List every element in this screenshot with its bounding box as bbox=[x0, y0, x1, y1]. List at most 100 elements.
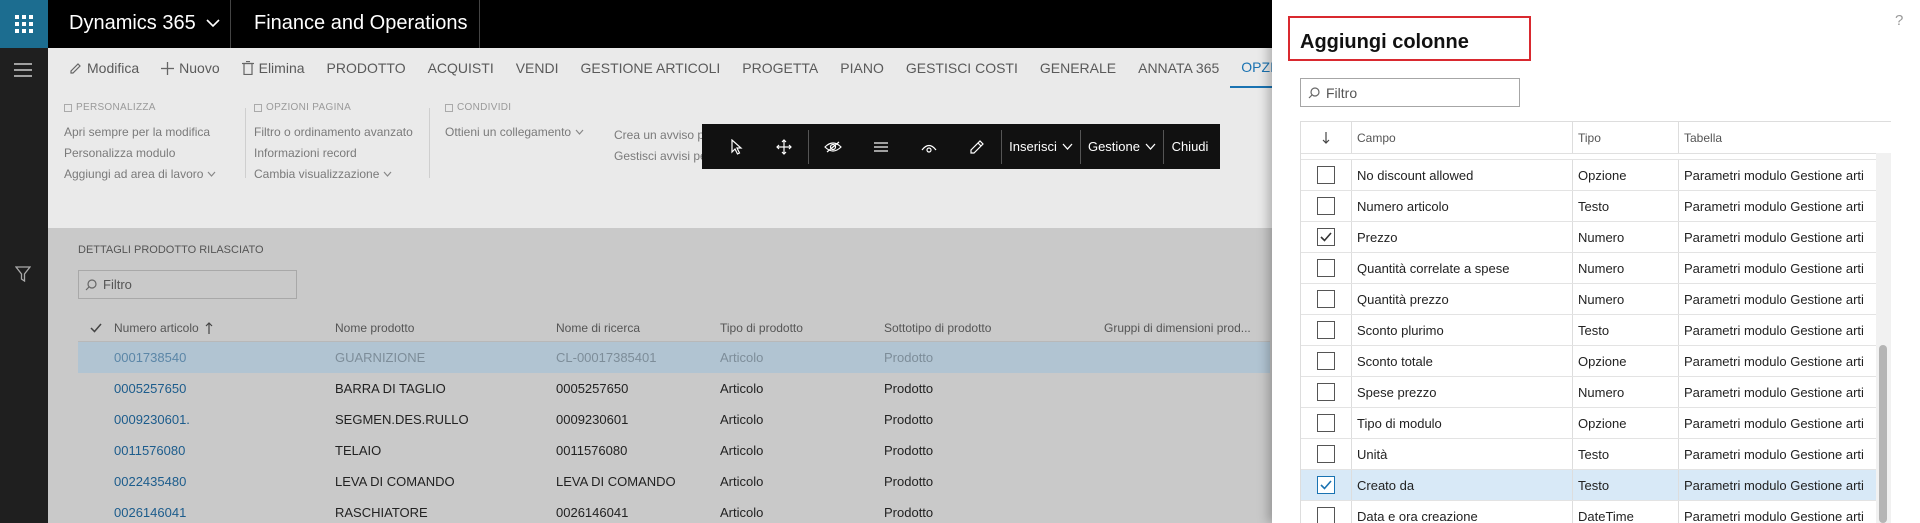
row-checkbox-cell bbox=[1301, 191, 1352, 221]
tab-generale[interactable]: GENERALE bbox=[1029, 48, 1127, 88]
list-item[interactable]: Data e ora creazione DateTime Parametri mo… bbox=[1301, 501, 1891, 523]
col-sottotipo-prodotto[interactable]: Sottotipo di prodotto bbox=[884, 321, 1104, 335]
cell-nome-prodotto: TELAIO bbox=[335, 443, 382, 458]
summary-button[interactable] bbox=[857, 124, 905, 169]
tab-vendi[interactable]: VENDI bbox=[505, 48, 570, 88]
row-checkbox[interactable] bbox=[1317, 352, 1335, 370]
table-row[interactable]: 0026146041 RASCHIATORE 0026146041 Artico… bbox=[78, 497, 1270, 523]
inserisci-dropdown[interactable]: Inserisci bbox=[1002, 124, 1080, 169]
gestione-dropdown[interactable]: Gestione bbox=[1081, 124, 1163, 169]
tab-annata-365[interactable]: ANNATA 365 bbox=[1127, 48, 1230, 88]
row-checkbox[interactable] bbox=[1317, 414, 1335, 432]
table-row[interactable]: 0022435480 LEVA DI COMANDO LEVA DI COMAN… bbox=[78, 466, 1270, 497]
chiudi-button[interactable]: Chiudi bbox=[1164, 124, 1216, 169]
change-view-dropdown[interactable]: Cambia visualizzazione bbox=[254, 167, 413, 181]
col-gruppi-dimensioni[interactable]: Gruppi di dimensioni prod... bbox=[1104, 321, 1270, 335]
tab-gestisci-costi[interactable]: GESTISCI COSTI bbox=[895, 48, 1029, 88]
cell-numero-articolo[interactable]: 0009230601. bbox=[114, 412, 335, 427]
cell-numero-articolo[interactable]: 0022435480 bbox=[114, 474, 335, 489]
row-checkbox-cell bbox=[1301, 377, 1352, 407]
cell-tipo-prodotto: Articolo bbox=[720, 505, 764, 520]
panel-title: Aggiungi colonne bbox=[1300, 31, 1469, 53]
table-row[interactable]: 0011576080 TELAIO 0011576080 Articolo Pr… bbox=[78, 435, 1270, 466]
group-header: PERSONALIZZA bbox=[64, 102, 216, 113]
col-nome-ricerca[interactable]: Nome di ricerca bbox=[556, 321, 720, 335]
list-item[interactable]: Sconto totale Opzione Parametri modulo Ges… bbox=[1301, 346, 1891, 377]
cell-nome-ricerca: LEVA DI COMANDO bbox=[556, 474, 676, 489]
row-checkbox[interactable] bbox=[1317, 321, 1335, 339]
row-checkbox[interactable] bbox=[1317, 383, 1335, 401]
col-numero-articolo[interactable]: Numero articolo bbox=[114, 321, 335, 335]
cell-numero-articolo[interactable]: 0011576080 bbox=[114, 443, 335, 458]
scrollbar-thumb[interactable] bbox=[1879, 345, 1887, 523]
table-row[interactable]: 0005257650 BARRA DI TAGLIO 0005257650 Ar… bbox=[78, 373, 1270, 404]
always-open-edit-link[interactable]: Apri sempre per la modifica bbox=[64, 125, 216, 139]
list-item[interactable]: Numero articolo Testo Parametri modulo Ges… bbox=[1301, 191, 1891, 222]
change-view-label: Cambia visualizzazione bbox=[254, 167, 380, 181]
tab-prodotto[interactable]: PRODOTTO bbox=[316, 48, 417, 88]
cell-tipo-prodotto: Articolo bbox=[720, 350, 764, 365]
row-checkbox[interactable] bbox=[1317, 259, 1335, 277]
app-launcher-button[interactable] bbox=[0, 0, 48, 48]
delete-button[interactable]: Elimina bbox=[231, 48, 316, 88]
personalize-form-link[interactable]: Personalizza modulo bbox=[64, 146, 216, 160]
col-nome-prodotto[interactable]: Nome prodotto bbox=[335, 321, 556, 335]
table-row[interactable]: 0009230601. SEGMEN.DES.RULLO 0009230601 … bbox=[78, 404, 1270, 435]
get-link-dropdown[interactable]: Ottieni un collegamento bbox=[445, 125, 584, 139]
col-tipo[interactable]: Tipo bbox=[1573, 122, 1679, 153]
edit-button[interactable] bbox=[953, 124, 1001, 169]
hide-button[interactable] bbox=[809, 124, 857, 169]
list-item[interactable]: No discount allowed Opzione Parametri modu… bbox=[1301, 160, 1891, 191]
new-button[interactable]: Nuovo bbox=[150, 48, 230, 88]
manage-alerts-link[interactable]: Gestisci avvisi pe bbox=[614, 149, 707, 163]
record-info-link[interactable]: Informazioni record bbox=[254, 146, 413, 160]
row-checkbox[interactable] bbox=[1317, 507, 1335, 523]
topbar-divider bbox=[479, 0, 480, 48]
cell-numero-articolo[interactable]: 0005257650 bbox=[114, 381, 335, 396]
list-item[interactable]: Prezzo Numero Parametri modulo Gestione ar… bbox=[1301, 222, 1891, 253]
advanced-filter-link[interactable]: Filtro o ordinamento avanzato bbox=[254, 125, 413, 139]
list-item[interactable]: Quantità correlate a spese Numero Parametr… bbox=[1301, 253, 1891, 284]
panel-filter-input[interactable]: Filtro bbox=[1300, 78, 1520, 107]
cell-tipo: DateTime bbox=[1573, 501, 1679, 523]
cell-numero-articolo[interactable]: 0001738540 bbox=[114, 350, 335, 365]
tab-piano[interactable]: PIANO bbox=[829, 48, 895, 88]
sort-column[interactable] bbox=[1301, 122, 1352, 153]
cell-sottotipo: Prodotto bbox=[884, 474, 934, 489]
list-item[interactable]: Tipo di modulo Opzione Parametri modulo Ge… bbox=[1301, 408, 1891, 439]
hamburger-menu-icon[interactable] bbox=[14, 63, 32, 77]
tab-acquisti[interactable]: ACQUISTI bbox=[417, 48, 505, 88]
col-tipo-prodotto[interactable]: Tipo di prodotto bbox=[720, 321, 884, 335]
tab-progetta[interactable]: PROGETTA bbox=[731, 48, 829, 88]
chevron-down-icon bbox=[1062, 143, 1073, 150]
filter-icon[interactable] bbox=[15, 266, 31, 282]
create-alert-link[interactable]: Crea un avviso p bbox=[614, 128, 707, 142]
list-item[interactable]: Quantità prezzo Numero Parametri modulo Ge… bbox=[1301, 284, 1891, 315]
add-to-workspace-dropdown[interactable]: Aggiungi ad area di lavoro bbox=[64, 167, 216, 181]
edit-button[interactable]: Modifica bbox=[58, 48, 150, 88]
col-tabella[interactable]: Tabella bbox=[1679, 122, 1876, 153]
row-checkbox[interactable] bbox=[1317, 166, 1335, 184]
select-all-checkmark[interactable] bbox=[78, 323, 114, 333]
list-item[interactable]: Creato da Testo Parametri modulo Gestione … bbox=[1301, 470, 1891, 501]
row-checkbox[interactable] bbox=[1317, 197, 1335, 215]
app-name-dropdown[interactable]: Dynamics 365 bbox=[69, 12, 220, 35]
chevron-down-icon bbox=[206, 19, 220, 28]
move-button[interactable] bbox=[760, 124, 808, 169]
help-button[interactable]: ? bbox=[1895, 12, 1903, 29]
cell-numero-articolo[interactable]: 0026146041 bbox=[114, 505, 335, 520]
grid-filter-input[interactable]: Filtro bbox=[78, 270, 297, 299]
list-item[interactable]: Sconto plurimo Testo Parametri modulo Gest… bbox=[1301, 315, 1891, 346]
list-item[interactable]: Spese prezzo Numero Parametri modulo Gesti… bbox=[1301, 377, 1891, 408]
row-checkbox[interactable] bbox=[1317, 445, 1335, 463]
select-button[interactable] bbox=[714, 124, 760, 169]
rename-button[interactable] bbox=[905, 124, 953, 169]
row-checkbox[interactable] bbox=[1317, 228, 1335, 246]
row-checkbox[interactable] bbox=[1317, 290, 1335, 308]
tab-gestione-articoli[interactable]: GESTIONE ARTICOLI bbox=[570, 48, 732, 88]
col-campo[interactable]: Campo bbox=[1352, 122, 1573, 153]
rename-icon bbox=[921, 144, 937, 153]
row-checkbox[interactable] bbox=[1317, 476, 1335, 494]
list-item[interactable]: Unità Testo Parametri modulo Gestione arti bbox=[1301, 439, 1891, 470]
table-row[interactable]: 0001738540 GUARNIZIONE CL-00017385401 Ar… bbox=[78, 342, 1270, 373]
